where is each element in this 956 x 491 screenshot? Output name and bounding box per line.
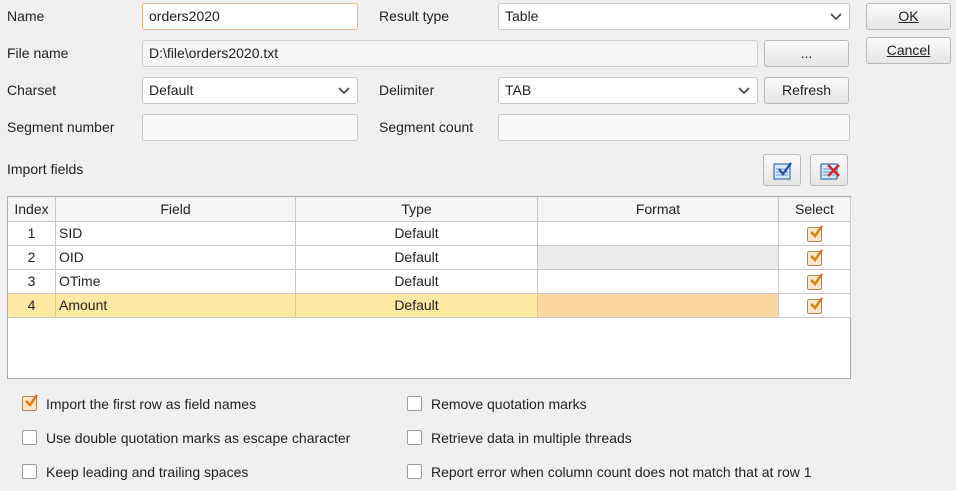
segment-number-input[interactable] — [142, 114, 358, 141]
report-error-checkbox[interactable] — [407, 464, 422, 479]
double-quote-escape-label: Use double quotation marks as escape cha… — [46, 430, 351, 446]
row-index: 4 — [8, 294, 56, 318]
check-icon — [810, 249, 823, 262]
first-row-names-checkbox[interactable] — [22, 394, 38, 411]
row-select-checkbox[interactable] — [807, 273, 823, 290]
check-icon — [810, 225, 823, 238]
segment-number-label: Segment number — [7, 119, 115, 135]
chevron-down-icon — [738, 87, 750, 95]
multi-threads-checkbox[interactable] — [407, 430, 422, 445]
import-fields-label: Import fields — [7, 161, 84, 177]
keep-spaces-label: Keep leading and trailing spaces — [46, 464, 249, 480]
refresh-button[interactable]: Refresh — [764, 77, 849, 104]
row-format[interactable] — [538, 294, 779, 318]
row-index: 2 — [8, 246, 56, 270]
first-row-names-label: Import the first row as field names — [46, 396, 257, 412]
ok-button[interactable]: OK — [866, 3, 951, 30]
row-type[interactable]: Default — [296, 222, 538, 246]
segment-count-label: Segment count — [379, 119, 474, 135]
row-select-checkbox[interactable] — [807, 297, 823, 314]
option-keep-spaces[interactable]: Keep leading and trailing spaces — [22, 462, 382, 482]
row-field[interactable]: SID — [56, 222, 296, 246]
header-index[interactable]: Index — [8, 197, 56, 222]
cancel-label: Cancel — [886, 42, 931, 58]
row-select-checkbox[interactable] — [807, 225, 823, 242]
row-field[interactable]: Amount — [56, 294, 296, 318]
file-name-label: File name — [7, 45, 69, 61]
row-format[interactable] — [538, 246, 779, 270]
result-type-select[interactable]: Table — [498, 3, 850, 30]
row-type[interactable]: Default — [296, 246, 538, 270]
check-icon — [810, 273, 823, 286]
option-double-quote-escape[interactable]: Use double quotation marks as escape cha… — [22, 428, 382, 448]
remove-quotes-label: Remove quotation marks — [431, 396, 587, 412]
option-report-error[interactable]: Report error when column count does not … — [407, 462, 847, 482]
select-all-icon — [773, 162, 792, 180]
row-select-checkbox[interactable] — [807, 249, 823, 266]
delimiter-select[interactable]: TAB — [498, 77, 758, 104]
row-select-cell — [779, 294, 851, 318]
segment-count-input[interactable] — [498, 114, 850, 141]
select-all-button[interactable] — [763, 154, 801, 186]
remove-quotes-checkbox[interactable] — [407, 396, 422, 411]
check-icon — [25, 394, 38, 407]
option-first-row-names[interactable]: Import the first row as field names — [22, 394, 382, 414]
report-error-label: Report error when column count does not … — [431, 464, 812, 480]
result-type-value: Table — [505, 8, 539, 24]
row-select-cell — [779, 222, 851, 246]
charset-select[interactable]: Default — [142, 77, 358, 104]
delimiter-label: Delimiter — [379, 82, 435, 98]
double-quote-escape-checkbox[interactable] — [22, 430, 37, 445]
import-fields-table[interactable]: Index Field Type Format Select 1 SID Def… — [7, 196, 851, 379]
ok-label: OK — [898, 8, 919, 24]
browse-button[interactable]: ... — [764, 40, 849, 67]
header-select[interactable]: Select — [779, 197, 851, 222]
row-index: 3 — [8, 270, 56, 294]
row-type[interactable]: Default — [296, 294, 538, 318]
chevron-down-icon — [830, 13, 842, 21]
row-type[interactable]: Default — [296, 270, 538, 294]
cancel-button[interactable]: Cancel — [866, 37, 951, 64]
charset-value: Default — [149, 82, 194, 98]
check-icon — [810, 297, 823, 310]
header-format[interactable]: Format — [538, 197, 779, 222]
header-field[interactable]: Field — [56, 197, 296, 222]
name-input[interactable]: orders2020 — [142, 3, 358, 30]
multi-threads-label: Retrieve data in multiple threads — [431, 430, 632, 446]
row-format[interactable] — [538, 222, 779, 246]
deselect-all-button[interactable] — [810, 154, 848, 186]
result-type-label: Result type — [379, 8, 450, 24]
delimiter-value: TAB — [505, 82, 532, 98]
option-multi-threads[interactable]: Retrieve data in multiple threads — [407, 428, 847, 448]
header-type[interactable]: Type — [296, 197, 538, 222]
row-index: 1 — [8, 222, 56, 246]
option-remove-quotes[interactable]: Remove quotation marks — [407, 394, 847, 414]
row-field[interactable]: OID — [56, 246, 296, 270]
row-select-cell — [779, 270, 851, 294]
keep-spaces-checkbox[interactable] — [22, 464, 37, 479]
deselect-all-icon — [820, 163, 840, 180]
row-format[interactable] — [538, 270, 779, 294]
charset-label: Charset — [7, 82, 57, 98]
file-name-input[interactable]: D:\file\orders2020.txt — [142, 40, 758, 67]
chevron-down-icon — [338, 87, 350, 95]
row-select-cell — [779, 246, 851, 270]
name-label: Name — [7, 8, 45, 24]
row-field[interactable]: OTime — [56, 270, 296, 294]
